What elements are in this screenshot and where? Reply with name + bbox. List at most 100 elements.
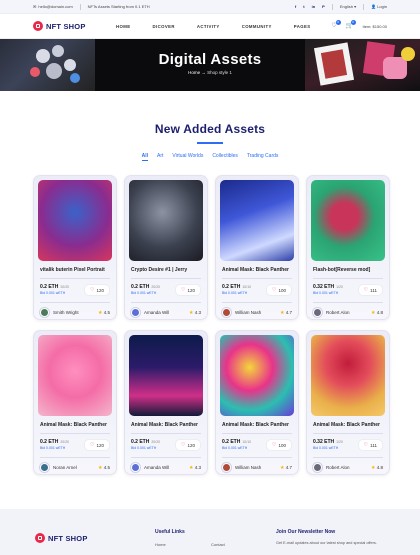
divider <box>40 302 110 303</box>
asset-card[interactable]: Animal Mask: Black Panther 0.2 ETH 20/20 Bi… <box>124 330 208 475</box>
user-icon: 👤 <box>371 4 377 9</box>
breadcrumb-home[interactable]: Home <box>188 70 200 75</box>
linkedin-icon[interactable]: in <box>312 4 316 9</box>
like-button[interactable]: ♡ 100 <box>266 439 292 451</box>
divider <box>131 278 201 279</box>
asset-image[interactable] <box>38 180 112 261</box>
asset-card[interactable]: Crypto Desire #1 | Jerry 0.2 ETH 20/20 Bid … <box>124 175 208 320</box>
nav-discover[interactable]: DICOVER <box>153 24 175 29</box>
star-icon: ★ <box>97 309 103 316</box>
asset-image[interactable] <box>38 335 112 416</box>
owner-name[interactable]: William Nash <box>235 310 261 315</box>
asset-name[interactable]: Animal Mask: Black Panther <box>40 422 112 428</box>
price-row: 0.2 ETH 20/20 Bid 0.001 wETH ♡ 120 <box>40 284 110 296</box>
owner-name[interactable]: Smith Wright <box>53 310 79 315</box>
avatar[interactable] <box>222 463 231 472</box>
promo-text: NFTs Assets Starting from 0.1 ETH <box>87 4 150 9</box>
asset-image[interactable] <box>129 335 203 416</box>
asset-name[interactable]: Animal Mask: Black Panther <box>131 422 203 428</box>
mail-icon: ✉ <box>33 4 37 9</box>
asset-price: 0.2 ETH 20/20 <box>131 439 160 445</box>
asset-name[interactable]: Animal Mask: Black Panther <box>313 422 385 428</box>
asset-name[interactable]: Animal Mask: Black Panther <box>222 267 294 273</box>
asset-card[interactable]: Animal Mask: Black Panther 0.2 ETH 10/10 Bi… <box>215 330 299 475</box>
nav-pages[interactable]: PAGES <box>294 24 311 29</box>
asset-name[interactable]: vitalik buterin Pixel Portrait <box>40 267 112 273</box>
price-row: 0.32 ETH 1/20 Bid 0.001 wETH ♡ 111 <box>313 439 383 451</box>
like-button[interactable]: ♡ 120 <box>84 284 110 296</box>
newsletter-text: Get E-mail updates about our latest shop… <box>276 541 377 545</box>
price-row: 0.2 ETH 20/20 Bid 0.001 wETH ♡ 120 <box>131 439 201 451</box>
nav-home[interactable]: HOME <box>116 24 131 29</box>
page-title: Digital Assets <box>158 51 262 68</box>
asset-card[interactable]: vitalik buterin Pixel Portrait 0.2 ETH 20/… <box>33 175 117 320</box>
filter-virtual-worlds[interactable]: Virtual Worlds <box>172 153 203 161</box>
like-button[interactable]: ♡ 100 <box>266 284 292 296</box>
asset-card[interactable]: Flash-bot[Reverse mod] 0.32 ETH 1/20 Bid 0.… <box>306 175 390 320</box>
login-link[interactable]: 👤 Login <box>371 4 387 9</box>
nav-activity[interactable]: ACTIVITY <box>197 24 220 29</box>
asset-name[interactable]: Animal Mask: Black Panther <box>222 422 294 428</box>
owner-name[interactable]: Robert Alon <box>326 465 350 470</box>
chevron-down-icon: ▾ <box>354 4 357 9</box>
avatar[interactable] <box>222 308 231 317</box>
email-link[interactable]: ✉ hello@domain.com <box>33 4 73 9</box>
wishlist-icon[interactable]: ♡ 0 <box>331 19 341 30</box>
rating: ★ 4.5 <box>98 310 110 316</box>
owner-name[interactable]: Noran Arnel <box>53 465 77 470</box>
owner-row: Smith Wright ★ 4.5 <box>40 308 110 317</box>
divider <box>222 278 292 279</box>
avatar[interactable] <box>313 463 322 472</box>
page-banner: Digital Assets Home → Shop style 1 <box>0 39 420 91</box>
asset-image[interactable] <box>129 180 203 261</box>
cart-icon[interactable]: 🛒 0 <box>346 19 356 30</box>
footer-logo[interactable]: NFT SHOP <box>35 533 88 543</box>
asset-card[interactable]: Animal Mask: Black Panther 0.32 ETH 1/20 Bi… <box>306 330 390 475</box>
asset-image[interactable] <box>311 335 385 416</box>
nav-community[interactable]: COMMUNITY <box>242 24 272 29</box>
owner-row: Amanda Will ★ 4.3 <box>131 463 201 472</box>
footer-link-contact[interactable]: Contact <box>211 542 225 547</box>
language-select[interactable]: English ▾ <box>340 4 356 9</box>
like-button[interactable]: ♡ 120 <box>84 439 110 451</box>
avatar[interactable] <box>131 308 140 317</box>
rating-value: 4.7 <box>285 464 292 470</box>
owner-name[interactable]: Amanda Will <box>144 310 169 315</box>
avatar[interactable] <box>40 308 49 317</box>
owner-name[interactable]: William Nash <box>235 465 261 470</box>
footer-link-home[interactable]: Home <box>155 542 166 547</box>
asset-image[interactable] <box>311 180 385 261</box>
filter-collectibles[interactable]: Collectibles <box>212 153 238 161</box>
heart-icon: ♡ <box>90 287 95 293</box>
like-button[interactable]: ♡ 111 <box>357 439 383 451</box>
avatar[interactable] <box>40 463 49 472</box>
site-footer: NFT SHOP Useful Links Home Contact Join … <box>0 509 420 555</box>
asset-image[interactable] <box>220 335 294 416</box>
owner-name[interactable]: Amanda Will <box>144 465 169 470</box>
rating-value: 4.3 <box>194 464 201 470</box>
divider <box>131 457 201 458</box>
rating: ★ 4.7 <box>280 310 292 316</box>
asset-card[interactable]: Animal Mask: Black Panther 0.2 ETH 20/20 Bi… <box>33 330 117 475</box>
owner-name[interactable]: Robert Alon <box>326 310 350 315</box>
avatar[interactable] <box>131 463 140 472</box>
price-value: 0.2 ETH <box>131 284 150 290</box>
like-button[interactable]: ♡ 120 <box>175 439 201 451</box>
pinterest-icon[interactable]: P <box>322 4 325 9</box>
asset-name[interactable]: Flash-bot[Reverse mod] <box>313 267 385 273</box>
avatar[interactable] <box>313 308 322 317</box>
like-button[interactable]: ♡ 120 <box>175 284 201 296</box>
filter-art[interactable]: Art <box>157 153 163 161</box>
asset-card[interactable]: Animal Mask: Black Panther 0.2 ETH 10/10 Bi… <box>215 175 299 320</box>
filter-all[interactable]: All <box>141 153 148 161</box>
asset-name[interactable]: Crypto Desire #1 | Jerry <box>131 267 203 273</box>
facebook-icon[interactable]: f <box>295 4 296 9</box>
asset-image[interactable] <box>220 180 294 261</box>
price-value: 0.2 ETH <box>131 439 150 445</box>
like-button[interactable]: ♡ 111 <box>357 284 383 296</box>
filter-trading-cards[interactable]: Trading Cards <box>247 153 279 161</box>
twitter-icon[interactable]: t <box>303 4 304 9</box>
star-icon: ★ <box>97 464 103 471</box>
site-logo[interactable]: NFT SHOP <box>33 21 86 31</box>
login-label: Login <box>377 4 387 9</box>
